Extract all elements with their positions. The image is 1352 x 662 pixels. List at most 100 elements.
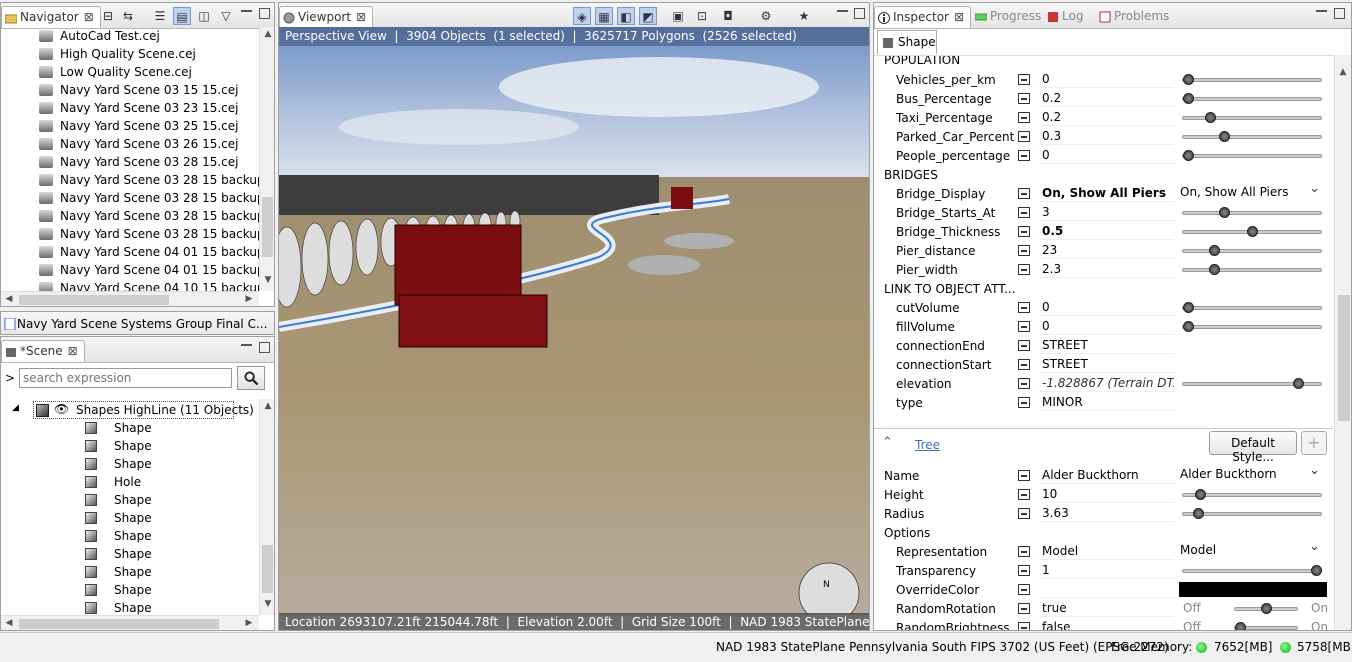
- add-style-button[interactable]: +: [1301, 431, 1327, 455]
- frame-icon[interactable]: ⊡: [693, 7, 711, 25]
- override-color-value[interactable]: [1038, 581, 1174, 598]
- scroll-up-icon[interactable]: ▲: [1335, 67, 1351, 77]
- link-icon[interactable]: [1018, 508, 1030, 519]
- scroll-left-icon[interactable]: ◀: [1, 618, 17, 628]
- slider[interactable]: [1182, 489, 1322, 500]
- collapse-chevron-icon[interactable]: ⌃: [882, 435, 893, 450]
- scene-horizontal-scrollbar[interactable]: ◀ ▶: [1, 615, 259, 630]
- representation-dropdown[interactable]: Model: [1178, 539, 1324, 560]
- close-icon[interactable]: ⊠: [954, 10, 964, 24]
- slider-knob[interactable]: [1183, 302, 1194, 313]
- list-item[interactable]: Navy Yard Scene 04 01 15 backup5.cej: [1, 243, 259, 261]
- attr-row[interactable]: cutVolume 0: [874, 298, 1333, 317]
- slider-knob[interactable]: [1183, 321, 1194, 332]
- slider-knob[interactable]: [1261, 603, 1272, 614]
- minimize-icon[interactable]: [241, 8, 252, 12]
- slider-knob[interactable]: [1183, 93, 1194, 104]
- slider[interactable]: [1182, 112, 1322, 123]
- scroll-right-icon[interactable]: ▶: [241, 294, 257, 304]
- tab-inspector[interactable]: Inspector ⊠: [874, 6, 972, 28]
- list-item[interactable]: Navy Yard Scene 03 26 15.cej: [1, 135, 259, 153]
- tab-navigator[interactable]: Navigator ⊠: [1, 6, 101, 28]
- slider-knob[interactable]: [1205, 112, 1216, 123]
- link-icon[interactable]: [1018, 397, 1030, 408]
- attr-row[interactable]: Taxi_Percentage 0.2: [874, 108, 1333, 127]
- maximize-icon[interactable]: [1334, 8, 1345, 19]
- camera-icon[interactable]: ◘: [719, 7, 737, 25]
- tab-shape[interactable]: Shape: [877, 30, 937, 54]
- list-item[interactable]: Navy Yard Scene 03 28 15 backup4.cej: [1, 225, 259, 243]
- close-icon[interactable]: ⊠: [356, 10, 366, 24]
- tab-problems[interactable]: Problems: [1096, 6, 1175, 28]
- slider[interactable]: [1182, 264, 1322, 275]
- list-item[interactable]: Navy Yard Scene 03 28 15 backup.cej: [1, 171, 259, 189]
- attr-row[interactable]: Radius 3.63: [874, 504, 1333, 523]
- attr-row[interactable]: Bridge_Thickness 0.5: [874, 222, 1333, 241]
- link-icon[interactable]: [1018, 131, 1030, 142]
- attr-row[interactable]: RandomBrightness false Off On: [874, 618, 1333, 630]
- star-icon[interactable]: ★: [795, 7, 813, 25]
- slider-knob[interactable]: [1219, 207, 1230, 218]
- scroll-up-icon[interactable]: ▲: [260, 401, 274, 411]
- attr-row[interactable]: Vehicles_per_km 0: [874, 70, 1333, 89]
- slider[interactable]: [1182, 321, 1322, 332]
- scrollbar-thumb[interactable]: [262, 197, 273, 257]
- slider[interactable]: [1182, 378, 1322, 389]
- attr-row[interactable]: Bridge_Display On, Show All Piers On, Show…: [874, 181, 1333, 203]
- tree-section-title[interactable]: Tree: [915, 438, 940, 452]
- close-icon[interactable]: ⊠: [84, 10, 94, 24]
- list-item[interactable]: AutoCad Test.cej: [1, 27, 259, 45]
- attr-row[interactable]: RandomRotation true Off On: [874, 599, 1333, 618]
- slider-knob[interactable]: [1195, 489, 1206, 500]
- link-icon[interactable]: [1018, 378, 1030, 389]
- scroll-down-icon[interactable]: ▼: [260, 275, 274, 285]
- slider[interactable]: [1182, 74, 1322, 85]
- attr-row[interactable]: Pier_width 2.3: [874, 260, 1333, 279]
- search-input[interactable]: [19, 368, 232, 388]
- link-icon[interactable]: [1018, 112, 1030, 123]
- tab-scene[interactable]: *Scene ⊠: [1, 340, 85, 362]
- slider-knob[interactable]: [1193, 508, 1204, 519]
- link-icon[interactable]: [1018, 207, 1030, 218]
- attr-row[interactable]: elevation -1.828867 (Terrain DT...: [874, 374, 1333, 393]
- attr-row[interactable]: connectionStart STREET: [874, 355, 1333, 374]
- list-item[interactable]: Navy Yard Scene 03 25 15.cej: [1, 117, 259, 135]
- slider-knob[interactable]: [1209, 264, 1220, 275]
- slider-knob[interactable]: [1219, 131, 1230, 142]
- link-icon[interactable]: [1018, 321, 1030, 332]
- scroll-down-icon[interactable]: ▼: [260, 599, 274, 609]
- list-item[interactable]: Navy Yard Scene 03 28 15.cej: [1, 153, 259, 171]
- minimize-icon[interactable]: [241, 342, 252, 346]
- default-style-button[interactable]: Default Style...: [1209, 431, 1297, 464]
- attr-row[interactable]: Bus_Percentage 0.2: [874, 89, 1333, 108]
- scrollbar-thumb[interactable]: [19, 295, 169, 305]
- list-item[interactable]: Navy Yard Scene 03 28 15 backup2.cej: [1, 189, 259, 207]
- link-icon[interactable]: [1018, 340, 1030, 351]
- color-swatch[interactable]: [1179, 582, 1327, 597]
- minimize-icon[interactable]: [1316, 8, 1327, 12]
- inspector-vertical-scrollbar[interactable]: ▲: [1334, 55, 1351, 630]
- scene-vertical-scrollbar[interactable]: ▲ ▼: [259, 399, 274, 615]
- link-icon[interactable]: [1018, 245, 1030, 256]
- link-icon[interactable]: [1018, 622, 1030, 630]
- link-editor-icon[interactable]: ⇆: [119, 7, 137, 25]
- tab-log[interactable]: Log: [1044, 6, 1089, 28]
- collapse-all-icon[interactable]: ⊟: [99, 7, 117, 25]
- attr-row[interactable]: Representation Model Model: [874, 539, 1333, 561]
- bridge-display-dropdown[interactable]: On, Show All Piers: [1178, 181, 1324, 202]
- visibility-eye-icon[interactable]: 👁: [54, 402, 69, 416]
- link-icon[interactable]: [1018, 470, 1030, 481]
- maximize-icon[interactable]: [259, 8, 270, 19]
- link-icon[interactable]: [1018, 150, 1030, 161]
- scroll-left-icon[interactable]: ◀: [1, 294, 17, 304]
- scrollbar-thumb[interactable]: [1338, 295, 1350, 421]
- link-icon[interactable]: [1018, 546, 1030, 557]
- navigator-horizontal-scrollbar[interactable]: ◀ ▶: [1, 291, 259, 306]
- layer-row[interactable]: 👁 Shapes HighLine (11 Objects): [33, 401, 254, 419]
- bookmarks-icon[interactable]: ▣: [669, 7, 687, 25]
- slider-knob[interactable]: [1183, 74, 1194, 85]
- slider[interactable]: [1182, 207, 1322, 218]
- attr-row[interactable]: type MINOR: [874, 393, 1333, 412]
- link-icon[interactable]: [1018, 74, 1030, 85]
- link-icon[interactable]: [1018, 603, 1030, 614]
